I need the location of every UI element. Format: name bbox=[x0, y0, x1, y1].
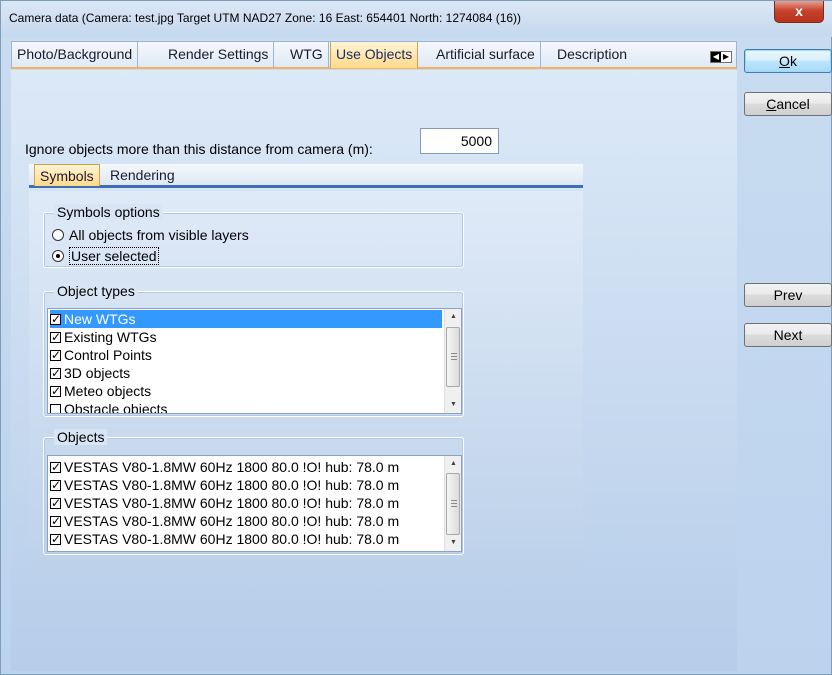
tab-render-settings[interactable]: Render Settings bbox=[163, 42, 275, 68]
scroll-thumb[interactable] bbox=[446, 327, 460, 387]
tab-rendering[interactable]: Rendering bbox=[105, 164, 180, 186]
checkbox-checked-icon[interactable] bbox=[50, 346, 61, 364]
tab-wtg[interactable]: WTG bbox=[285, 42, 329, 68]
list-item[interactable]: Obstacle objects bbox=[50, 400, 168, 413]
inner-tab-strip: Symbols Rendering bbox=[29, 164, 583, 188]
object-types-scrollbar[interactable]: ▲ ▼ bbox=[444, 309, 461, 413]
radio-user-selected-label: User selected bbox=[69, 247, 159, 265]
close-button[interactable]: x bbox=[774, 1, 824, 23]
scroll-down-icon[interactable]: ▼ bbox=[445, 535, 461, 551]
radio-button-selected-icon[interactable] bbox=[52, 250, 64, 262]
list-item[interactable]: Control Points bbox=[50, 346, 152, 364]
object-types-list[interactable]: New WTGs Existing WTGs Control Points 3D… bbox=[47, 308, 462, 414]
checkbox-checked-icon[interactable] bbox=[50, 310, 61, 328]
tab-symbols[interactable]: Symbols bbox=[34, 164, 100, 186]
checkbox-checked-icon[interactable] bbox=[50, 382, 61, 400]
objects-title: Objects bbox=[54, 429, 108, 445]
object-types-group: Object types New WTGs Existing WTGs Cont… bbox=[43, 283, 464, 417]
tab-scroll-arrows[interactable]: ◀ ▶ bbox=[710, 51, 732, 63]
objects-list[interactable]: VESTAS V80-1.8MW 60Hz 1800 80.0 !O! hub:… bbox=[47, 455, 462, 552]
list-item[interactable]: Existing WTGs bbox=[50, 328, 157, 346]
objects-group: Objects VESTAS V80-1.8MW 60Hz 1800 80.0 … bbox=[43, 429, 464, 555]
symbols-options-title: Symbols options bbox=[54, 204, 163, 220]
next-button[interactable]: Next bbox=[744, 323, 832, 347]
list-item[interactable]: 3D objects bbox=[50, 364, 130, 382]
cancel-button[interactable]: Cancel bbox=[744, 92, 832, 116]
checkbox-checked-icon[interactable] bbox=[50, 328, 61, 346]
objects-scrollbar[interactable]: ▲ ▼ bbox=[444, 456, 461, 551]
checkbox-checked-icon[interactable] bbox=[50, 530, 61, 548]
radio-all-objects[interactable]: All objects from visible layers bbox=[52, 227, 249, 243]
checkbox-checked-icon[interactable] bbox=[50, 458, 61, 476]
checkbox-checked-icon[interactable] bbox=[50, 494, 61, 512]
tab-description[interactable]: Description bbox=[552, 42, 632, 68]
ok-button[interactable]: Ok bbox=[744, 49, 832, 73]
checkbox-checked-icon[interactable] bbox=[50, 476, 61, 494]
list-item[interactable]: New WTGs bbox=[50, 310, 442, 328]
distance-input[interactable] bbox=[420, 128, 499, 154]
arrow-left-icon[interactable]: ◀ bbox=[711, 52, 721, 62]
checkbox-unchecked-icon[interactable] bbox=[50, 403, 61, 413]
list-item[interactable]: VESTAS V80-1.8MW 60Hz 1800 80.0 !O! hub:… bbox=[50, 530, 399, 548]
radio-button-icon[interactable] bbox=[52, 229, 64, 241]
scroll-up-icon[interactable]: ▲ bbox=[445, 309, 461, 325]
tab-photo-background[interactable]: Photo/Background bbox=[12, 42, 139, 68]
checkbox-checked-icon[interactable] bbox=[50, 364, 61, 382]
list-item[interactable]: VESTAS V80-1.8MW 60Hz 1800 80.0 !O! hub:… bbox=[50, 494, 399, 512]
symbols-options-group: Symbols options All objects from visible… bbox=[43, 204, 464, 268]
tab-artificial-surface[interactable]: Artificial surface bbox=[431, 42, 541, 68]
list-item[interactable]: VESTAS V80-1.8MW 60Hz 1800 80.0 !O! hub:… bbox=[50, 458, 399, 476]
title-bar: Camera data (Camera: test.jpg Target UTM… bbox=[1, 1, 832, 37]
radio-all-objects-label: All objects from visible layers bbox=[69, 227, 249, 243]
checkbox-checked-icon[interactable] bbox=[50, 512, 61, 530]
prev-button[interactable]: Prev bbox=[744, 283, 832, 307]
scroll-down-icon[interactable]: ▼ bbox=[445, 397, 461, 413]
main-tab-strip: Photo/Background Render Settings WTG Use… bbox=[11, 41, 737, 69]
list-item[interactable]: VESTAS V80-1.8MW 60Hz 1800 80.0 !O! hub:… bbox=[50, 512, 399, 530]
distance-label: Ignore objects more than this distance f… bbox=[25, 141, 373, 157]
scroll-up-icon[interactable]: ▲ bbox=[445, 456, 461, 472]
camera-data-dialog: Camera data (Camera: test.jpg Target UTM… bbox=[0, 0, 832, 675]
tab-use-objects[interactable]: Use Objects bbox=[330, 42, 419, 68]
object-types-title: Object types bbox=[54, 283, 138, 299]
arrow-right-icon[interactable]: ▶ bbox=[721, 52, 731, 62]
list-item[interactable]: VESTAS V80-1.8MW 60Hz 1800 80.0 !O! hub:… bbox=[50, 476, 399, 494]
list-item[interactable]: Meteo objects bbox=[50, 382, 151, 400]
radio-user-selected[interactable]: User selected bbox=[52, 247, 159, 265]
close-icon: x bbox=[795, 3, 803, 19]
scroll-thumb[interactable] bbox=[446, 473, 460, 535]
window-title: Camera data (Camera: test.jpg Target UTM… bbox=[9, 11, 522, 25]
